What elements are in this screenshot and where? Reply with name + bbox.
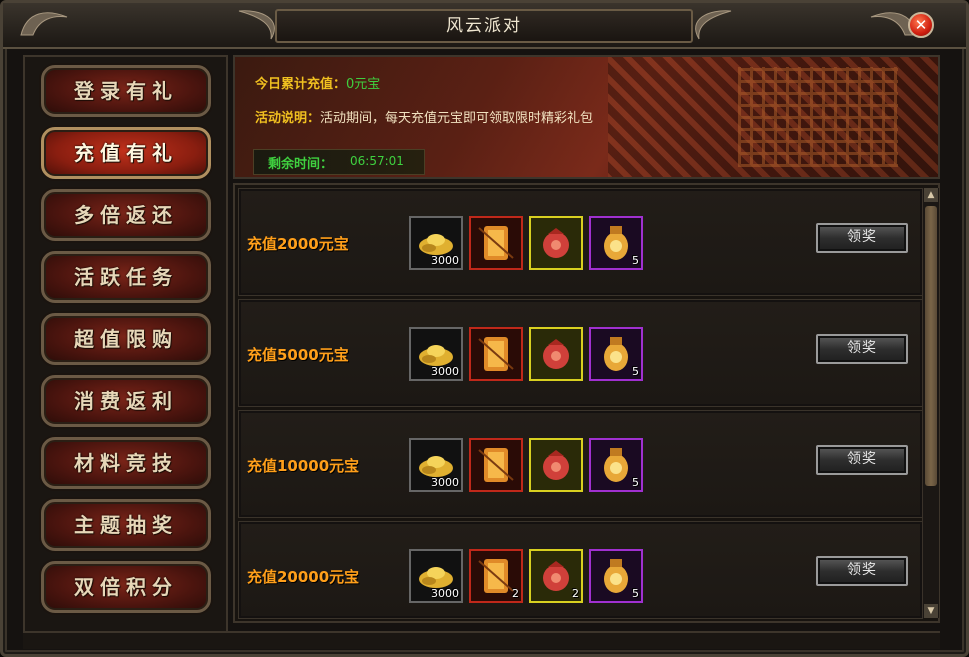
event-banner: 今日累计充值：0元宝 活动说明：活动期间，每天充值元宝即可领取限时精彩礼包 剩余… [233, 55, 940, 179]
nav-item-active-tasks[interactable]: 活跃任务 [41, 251, 211, 303]
red-pouch-icon [543, 339, 569, 369]
game-window: 风云派对 ✕ 登录有礼 充值有礼 多倍返还 活跃任务 超值限购 消费返利 材料竞… [0, 0, 969, 657]
reward-tier-title: 充值20000元宝 [247, 568, 360, 586]
recharge-total-value: 0元宝 [346, 77, 381, 92]
left-ornament-icon [20, 12, 68, 36]
reward-tier-title: 充值2000元宝 [247, 235, 349, 253]
reward-item[interactable] [469, 216, 523, 270]
red-pouch-icon [543, 228, 569, 258]
item-count: 2 [572, 587, 579, 600]
item-count: 3000 [431, 587, 459, 600]
reward-item[interactable] [529, 327, 583, 381]
event-description-label: 活动说明： [255, 111, 321, 126]
claim-reward-button[interactable]: 领奖 [816, 334, 908, 364]
claim-button-label: 领奖 [847, 562, 877, 578]
item-count: 5 [632, 587, 639, 600]
close-icon: ✕ [914, 16, 928, 34]
title-bar: 风云派对 ✕ [3, 3, 966, 49]
nav-item-double-points[interactable]: 双倍积分 [41, 561, 211, 613]
window-bottom-frame [23, 631, 940, 649]
nav-item-label: 充值有礼 [74, 141, 178, 165]
reward-item[interactable] [529, 216, 583, 270]
nav-item-label: 登录有礼 [74, 79, 178, 103]
reward-item[interactable]: 5 [589, 549, 643, 603]
nav-item-material-contest[interactable]: 材料竞技 [41, 437, 211, 489]
item-count: 3000 [431, 365, 459, 378]
reward-item[interactable]: 5 [589, 216, 643, 270]
claim-button-label: 领奖 [847, 229, 877, 245]
nav-item-login-gift[interactable]: 登录有礼 [41, 65, 211, 117]
nav-item-label: 活跃任务 [74, 265, 178, 289]
reward-tier-title: 充值10000元宝 [247, 457, 360, 475]
nav-item-label: 消费返利 [74, 389, 178, 413]
item-count: 5 [632, 365, 639, 378]
title-plate: 风云派对 [275, 9, 693, 43]
nav-item-label: 超值限购 [74, 327, 178, 351]
reward-row: 充值2000元宝 3000 5 领奖 [238, 188, 923, 296]
reward-item[interactable]: 3000 [409, 438, 463, 492]
reward-item[interactable]: 5 [589, 438, 643, 492]
item-count: 3000 [431, 476, 459, 489]
claim-button-label: 领奖 [847, 340, 877, 356]
claim-reward-button[interactable]: 领奖 [816, 556, 908, 586]
reward-row: 充值5000元宝 3000 5 领奖 [238, 299, 923, 407]
event-description-text: 活动期间，每天充值元宝即可领取限时精彩礼包 [320, 111, 594, 126]
reward-item[interactable] [529, 438, 583, 492]
banner-lattice [738, 67, 898, 167]
reward-item[interactable]: 5 [589, 327, 643, 381]
right-title-ornament-icon [695, 10, 732, 40]
recharge-total-line: 今日累计充值：0元宝 [255, 73, 380, 92]
remaining-time-value: 06:57:01 [350, 154, 404, 168]
claim-reward-button[interactable]: 领奖 [816, 445, 908, 475]
reward-item[interactable]: 3000 [409, 216, 463, 270]
event-description-line: 活动说明：活动期间，每天充值元宝即可领取限时精彩礼包 [255, 107, 593, 126]
item-count: 5 [632, 476, 639, 489]
close-button[interactable]: ✕ [908, 12, 934, 38]
reward-item[interactable]: 2 [469, 549, 523, 603]
scroll-icon [478, 448, 514, 482]
scroll-thumb[interactable] [925, 206, 937, 486]
reward-item[interactable]: 3000 [409, 549, 463, 603]
reward-item[interactable] [469, 438, 523, 492]
nav-item-limited-sale[interactable]: 超值限购 [41, 313, 211, 365]
scroll-up-icon[interactable]: ▲ [924, 188, 938, 202]
scroll-icon [478, 226, 514, 260]
recharge-total-label: 今日累计充值： [255, 77, 347, 92]
item-count: 3000 [431, 254, 459, 267]
reward-row: 充值20000元宝 3000 2 2 5 领奖 [238, 521, 923, 619]
nav-item-recharge-gift[interactable]: 充值有礼 [41, 127, 211, 179]
nav-item-spend-rebate[interactable]: 消费返利 [41, 375, 211, 427]
nav-item-label: 多倍返还 [74, 203, 178, 227]
nav-item-multi-return[interactable]: 多倍返还 [41, 189, 211, 241]
nav-item-label: 主题抽奖 [74, 513, 178, 537]
remaining-time-label: 剩余时间： [268, 157, 334, 172]
nav-item-label: 材料竞技 [74, 451, 178, 475]
reward-item[interactable]: 2 [529, 549, 583, 603]
red-pouch-icon [543, 450, 569, 480]
reward-tier-title: 充值5000元宝 [247, 346, 349, 364]
scroll-down-icon[interactable]: ▼ [924, 604, 938, 618]
claim-button-label: 领奖 [847, 451, 877, 467]
remaining-time-box: 剩余时间： 06:57:01 [253, 149, 425, 175]
scroll-icon [478, 337, 514, 371]
window-title: 风云派对 [446, 16, 522, 36]
nav-item-theme-lottery[interactable]: 主题抽奖 [41, 499, 211, 551]
activity-nav: 登录有礼 充值有礼 多倍返还 活跃任务 超值限购 消费返利 材料竞技 主题抽奖 … [23, 55, 228, 635]
reward-row: 充值10000元宝 3000 5 领奖 [238, 410, 923, 518]
reward-list-scrollbar[interactable]: ▲ ▼ [922, 188, 939, 618]
reward-list: 充值2000元宝 3000 5 领奖 充值5000元宝 3000 5 领奖 充值… [233, 183, 940, 623]
item-count: 5 [632, 254, 639, 267]
reward-item[interactable] [469, 327, 523, 381]
nav-item-label: 双倍积分 [74, 575, 178, 599]
item-count: 2 [512, 587, 519, 600]
reward-item[interactable]: 3000 [409, 327, 463, 381]
claim-reward-button[interactable]: 领奖 [816, 223, 908, 253]
